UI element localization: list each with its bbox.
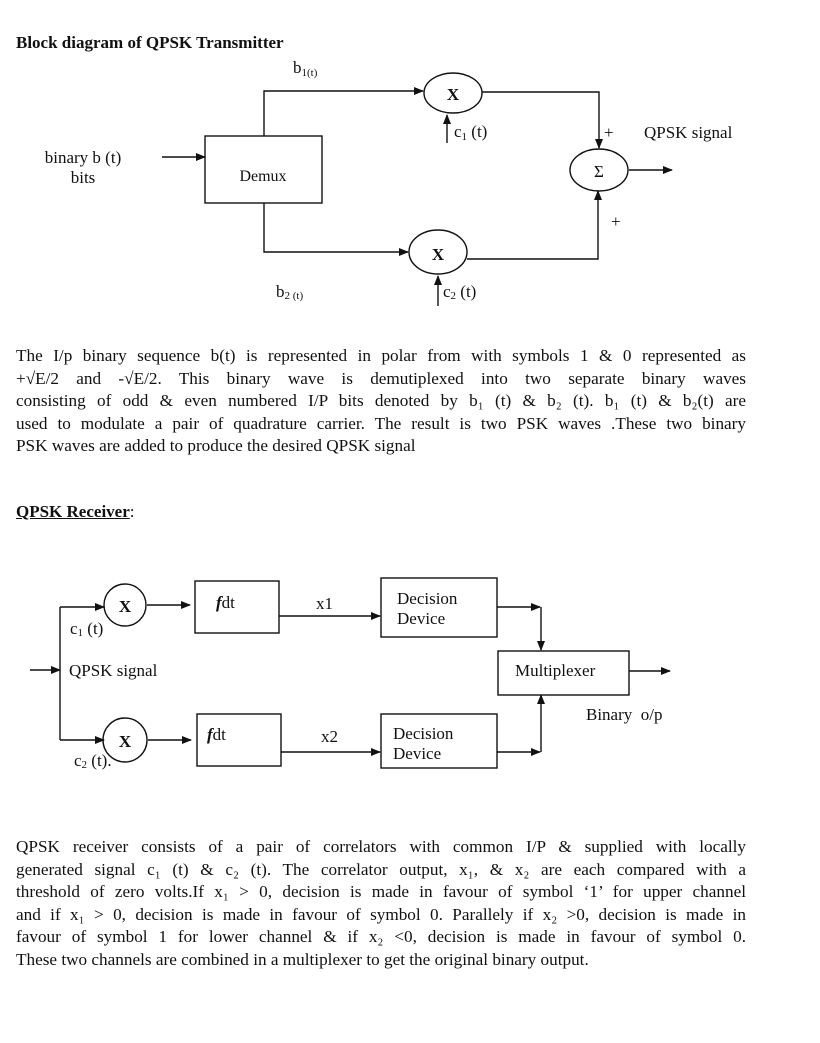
text-line: threshold of zero volts.If x₁ > 0, decis…	[16, 882, 746, 901]
rx-mux-label: Multiplexer	[515, 661, 596, 680]
rx-input-label: QPSK signal	[69, 661, 158, 680]
rx-upper-integrator	[194, 580, 280, 634]
text-line: generated signal c₁ (t) & c₂ (t). The co…	[16, 859, 746, 879]
rx-output-label: Binary o/p	[586, 705, 663, 724]
rx-upper-decision-label-1: Decision	[397, 589, 458, 608]
text-line: These two channels are combined in a mul…	[16, 949, 589, 969]
rx-upper-decision-label-2: Device	[397, 609, 445, 628]
rx-c1-label: c1 (t)	[70, 619, 103, 639]
text-line: and if x₁ > 0, decision is made in favou…	[16, 904, 746, 924]
rx-lower-decision-label-2: Device	[393, 744, 441, 763]
rx-lower-multiplier-symbol: X	[119, 732, 132, 751]
rx-x1-label: x1	[316, 594, 333, 613]
rx-upper-integrator-label: fdt	[216, 593, 235, 612]
rx-x2-label: x2	[321, 727, 338, 746]
text-line: favour of symbol 1 for lower channel & i…	[16, 927, 746, 946]
text-line: QPSK receiver consists of a pair of corr…	[16, 837, 746, 856]
rx-lower-integrator-label: fdt	[207, 725, 226, 744]
rx-upper-multiplier-symbol: X	[119, 597, 132, 616]
receiver-diagram: QPSK signal X X c1 (t) c2 (t). fdt fdt x…	[30, 577, 671, 771]
receiver-description: QPSK receiver consists of a pair of corr…	[16, 836, 746, 971]
rx-c2-label: c2 (t).	[74, 751, 112, 771]
rx-lower-decision-label-1: Decision	[393, 724, 454, 743]
